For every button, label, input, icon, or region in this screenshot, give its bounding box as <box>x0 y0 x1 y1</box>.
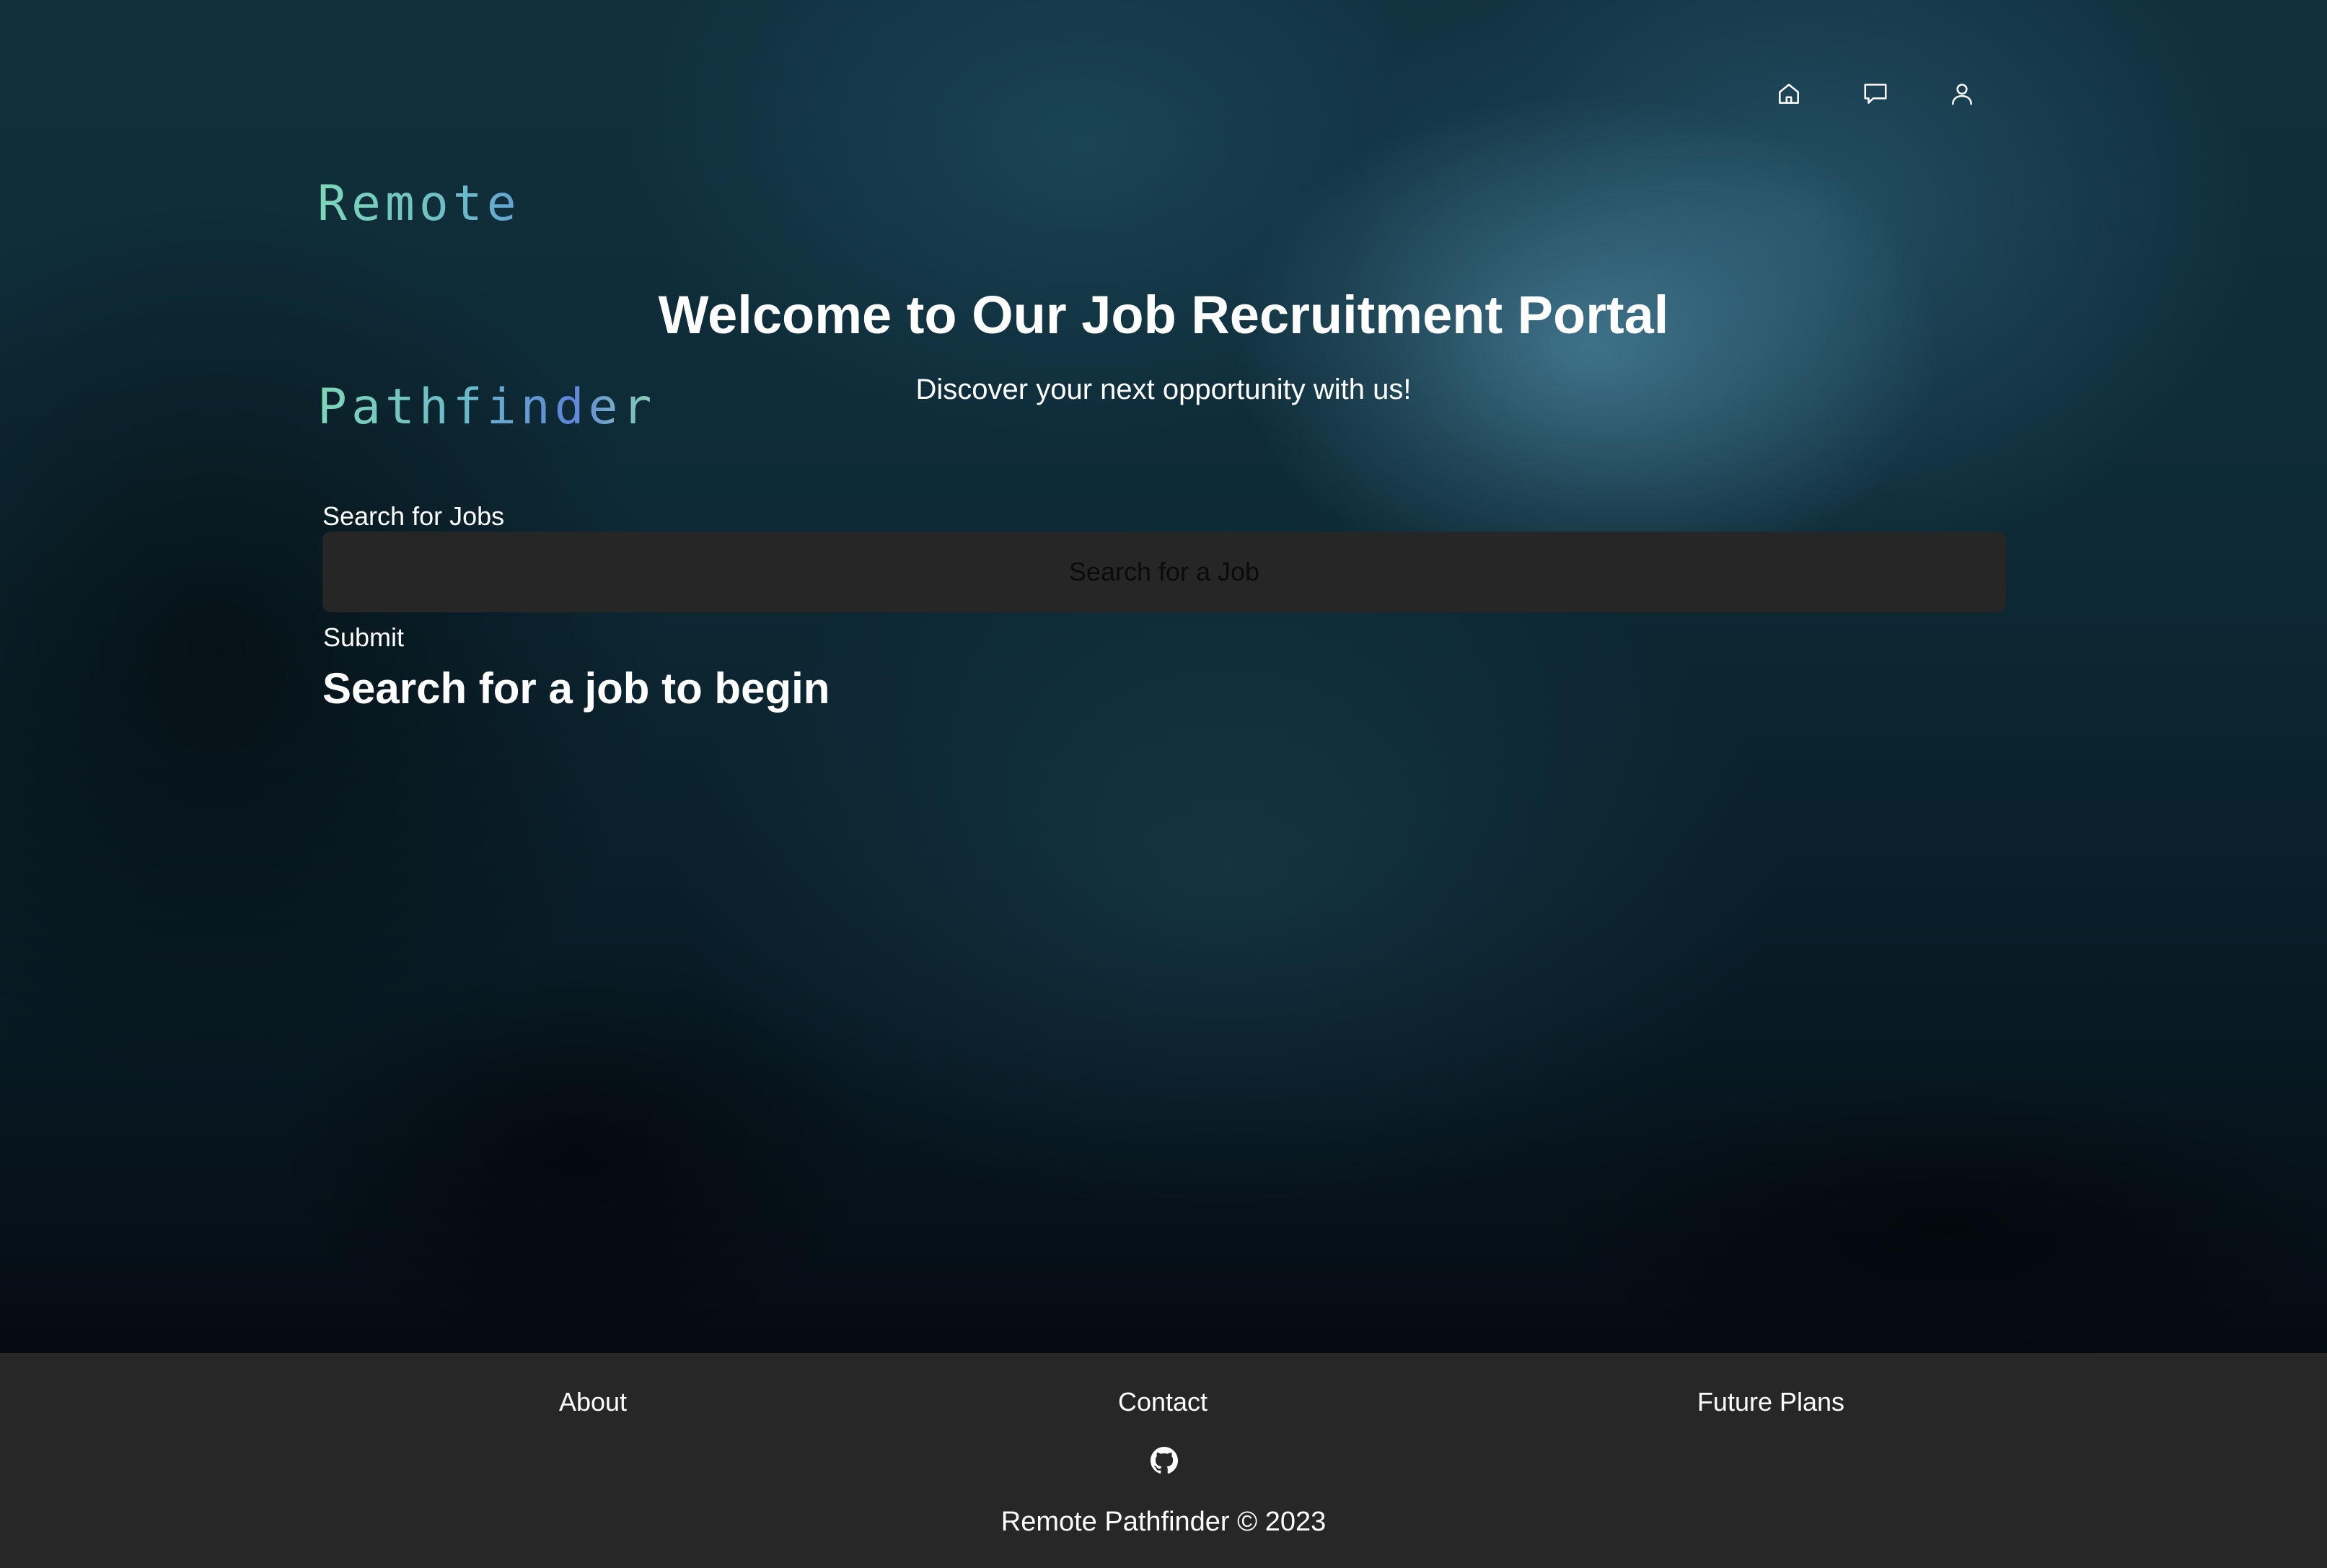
home-icon <box>1779 84 1799 104</box>
empty-results-message: Search for a job to begin <box>322 664 830 713</box>
site-footer: About Contact Future Plans Remote Pathfi… <box>0 1353 2327 1568</box>
nav-messages-button[interactable] <box>1861 79 1890 108</box>
github-icon[interactable] <box>1151 1447 1178 1474</box>
footer-link-about[interactable]: About <box>559 1379 627 1425</box>
footer-link-contact[interactable]: Contact <box>1118 1379 1208 1425</box>
nav-home-button[interactable] <box>1774 79 1803 108</box>
footer-link-future-plans[interactable]: Future Plans <box>1697 1379 1844 1425</box>
search-label: Search for Jobs <box>322 501 505 531</box>
job-search-input[interactable] <box>322 532 2006 612</box>
logo-line-1: Remote <box>317 175 521 232</box>
chat-icon <box>1864 84 1887 104</box>
nav-profile-button[interactable] <box>1948 79 1976 108</box>
user-icon <box>1952 84 1972 105</box>
page-title: Welcome to Our Job Recruitment Portal <box>658 285 1669 345</box>
page-subtitle: Discover your next opportunity with us! <box>915 374 1412 405</box>
copyright-text: Remote Pathfinder © 2023 <box>1000 1507 1327 1537</box>
top-nav <box>1774 79 1976 108</box>
submit-button[interactable]: Submit <box>323 619 404 656</box>
